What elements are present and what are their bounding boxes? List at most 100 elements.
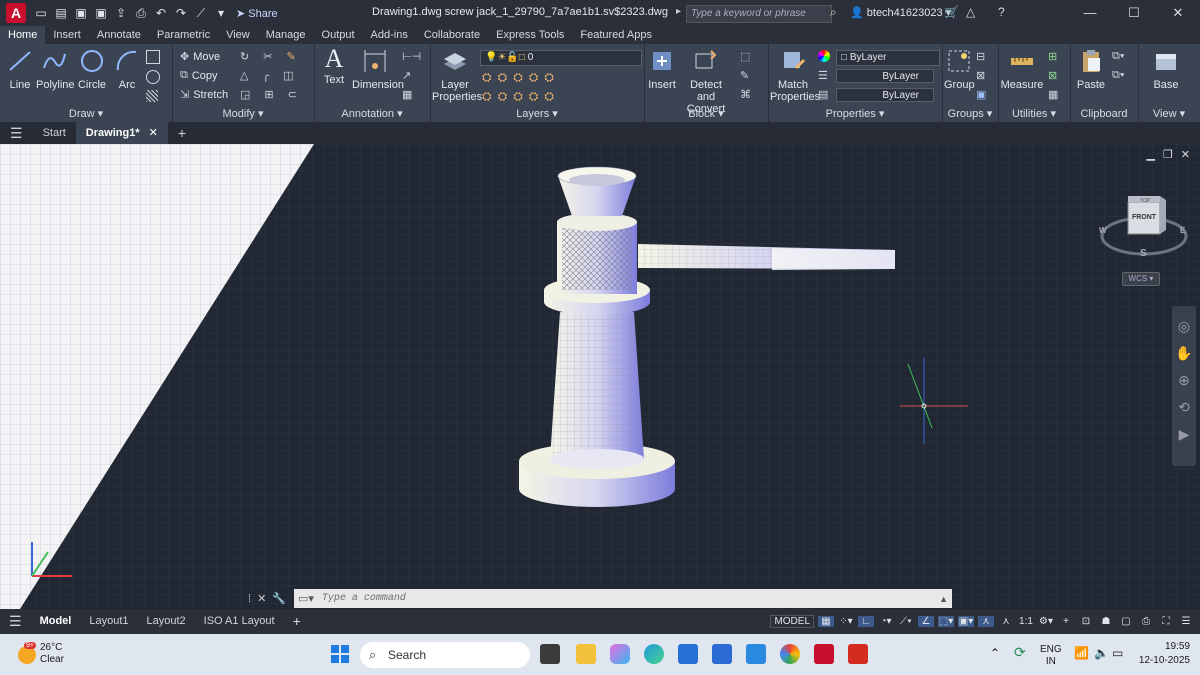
measure-button[interactable]: Measure [1000,48,1044,91]
draw-panel-label[interactable]: Draw ▾ [0,107,172,120]
arc-button[interactable]: Arc [112,48,142,91]
gradient-tool[interactable] [146,90,158,102]
layout-tab-layout1[interactable]: Layout1 [80,609,137,634]
language-indicator[interactable]: ENG IN [1040,644,1062,668]
polyline-button[interactable]: Polyline [36,48,75,91]
autocad-taskbar-icon[interactable] [814,644,834,664]
cart-icon[interactable]: 🛒 [944,5,959,19]
color-dropdown[interactable]: □ ByLayer [836,50,940,66]
clipboard-panel-label[interactable]: Clipboard [1070,108,1138,120]
todo-icon[interactable] [712,644,732,664]
annotation-scale[interactable]: 1:1 [1018,616,1034,627]
command-customize-icon[interactable]: 🔧 [272,592,286,605]
layer-dropdown[interactable]: 💡☀🔓□ 0 [480,50,642,66]
copilot-icon[interactable] [610,644,630,664]
command-history-icon[interactable]: ▲ [939,594,948,604]
polar-toggle-icon[interactable]: ◔▾ [878,616,894,627]
model-canvas[interactable] [0,144,1200,609]
showmotion-icon[interactable]: ▶ [1172,426,1196,443]
rotate-tool[interactable]: ↻ ✂ ✎ [240,50,296,63]
leader-tool[interactable]: ↗ [402,69,411,82]
drawing-tab[interactable]: Drawing1* ✕ [75,122,168,144]
undo-icon[interactable]: ↶ [154,6,168,20]
minimize-button[interactable]: — [1068,0,1112,26]
command-drag-handle-icon[interactable]: ⁞ [248,593,251,605]
command-close-icon[interactable]: ✕ [257,592,266,605]
auto-scale-icon[interactable]: ⋏ [998,616,1014,627]
wcs-menu[interactable]: WCS ▾ [1122,272,1160,286]
linear-dim-tool[interactable]: ⊢⊣ [402,50,421,63]
expand-arrow-icon[interactable]: ▸ [676,6,681,17]
viewcube[interactable]: TOP FRONT W E S WCS ▾ [1098,194,1190,289]
keyword-search-input[interactable]: Type a keyword or phrase [686,5,832,23]
app-menu-icon[interactable]: ☰ [0,122,33,144]
taskbar-search[interactable]: ⌕ Search [360,642,530,668]
layer-tools-row-1[interactable]: ⛭⛭⛭⛭⛭ [482,70,560,85]
new-file-icon[interactable]: ▭ [34,6,48,20]
copy-clip-tool[interactable]: ⧉▾ [1112,69,1124,82]
fillet-icon[interactable]: ╭ [262,69,269,82]
trim-icon[interactable]: ✂ [263,50,272,63]
hatch-tool[interactable] [146,70,160,84]
zoom-extents-icon[interactable]: ⊕ [1172,372,1196,389]
autocad-logo-icon[interactable]: A [6,3,26,23]
select-all-tool[interactable]: ⊠ [1048,69,1057,82]
isodraft-toggle-icon[interactable]: ⟋▾ [898,616,914,627]
paste-button[interactable]: Paste [1074,48,1108,91]
layers-panel-label[interactable]: Layers ▾ [430,107,644,120]
text-button[interactable]: A Text [320,46,348,87]
drawing-viewport[interactable]: ▁ ❐ ✕ TOP FRONT W E S WCS ▾ ◎ ✋ ⊕ ⟲ ▶ [0,144,1200,609]
windows-start-icon[interactable] [330,644,350,664]
attribute-tool[interactable]: ⌘ [740,88,751,101]
task-view-icon[interactable] [540,644,560,664]
close-tab-icon[interactable]: ✕ [149,127,158,139]
units-icon[interactable]: ⊡ [1078,616,1094,627]
move-button[interactable]: ✥ Move [180,50,220,64]
tab-view[interactable]: View [218,26,258,44]
layer-tools-row-2[interactable]: ⛭⛭⛭⛭⛭ [482,89,560,104]
steering-wheel-icon[interactable]: ◎ [1172,318,1196,335]
snap-toggle-icon[interactable]: ⁘▾ [838,616,854,627]
save-icon[interactable]: ▣ [74,6,88,20]
object-snap-icon[interactable]: ⬚▾ [938,616,954,627]
group-edit-tool[interactable]: ⊠ [976,69,985,82]
utilities-panel-label[interactable]: Utilities ▾ [998,107,1070,120]
store-icon[interactable] [678,644,698,664]
tab-manage[interactable]: Manage [258,26,314,44]
open-folder-icon[interactable]: ▤ [54,6,68,20]
layer-properties-button[interactable]: Layer Properties [432,48,482,103]
line-button[interactable]: Line [6,48,34,91]
hardware-accel-icon[interactable]: ⎙ [1138,616,1154,627]
layout-tab-model[interactable]: Model [31,609,81,634]
tab-home[interactable]: Home [0,26,46,44]
workspace-gear-icon[interactable]: ⚙▾ [1038,616,1054,627]
help-icon[interactable]: ? [998,5,1005,19]
layout-menu-icon[interactable]: ☰ [0,609,31,634]
autodesk-app-icon[interactable]: △ [966,5,975,19]
add-layout-button[interactable]: + [284,609,310,634]
cut-tool[interactable]: ⧉▾ [1112,50,1124,63]
clean-screen-icon[interactable]: ⛶ [1158,616,1174,627]
lock-ui-icon[interactable]: ▢ [1118,616,1134,627]
tab-parametric[interactable]: Parametric [149,26,218,44]
viewport-close-icon[interactable]: ✕ [1181,148,1190,161]
match-properties-button[interactable]: Match Properties [770,48,820,103]
block-panel-label[interactable]: Block ▾ [644,107,768,120]
viewport-restore-icon[interactable]: ❐ [1163,148,1173,161]
share-button[interactable]: ➤ Share [236,7,278,20]
sync-icon[interactable]: ⟳ [1014,644,1026,661]
model-space-toggle[interactable]: MODEL [770,615,814,628]
modify-panel-label[interactable]: Modify ▾ [172,107,314,120]
ortho-toggle-icon[interactable]: ∟ [858,616,874,627]
quick-properties-icon[interactable]: ☗ [1098,616,1114,627]
chrome-icon[interactable] [780,644,800,664]
osnap-tracking-icon[interactable]: ∠ [918,616,934,627]
tab-collaborate[interactable]: Collaborate [416,26,488,44]
lineweight-dropdown[interactable]: ByLayer [836,88,934,102]
grid-toggle-icon[interactable]: ▦ [818,616,834,627]
quick-select-tool[interactable]: ⊞ [1048,50,1057,63]
base-view-button[interactable]: Base [1146,48,1186,91]
wifi-icon[interactable]: 📶 [1074,646,1089,660]
customize-toolbar-icon[interactable]: ▾ [214,6,228,20]
linetype-dropdown[interactable]: ByLayer [836,69,934,83]
